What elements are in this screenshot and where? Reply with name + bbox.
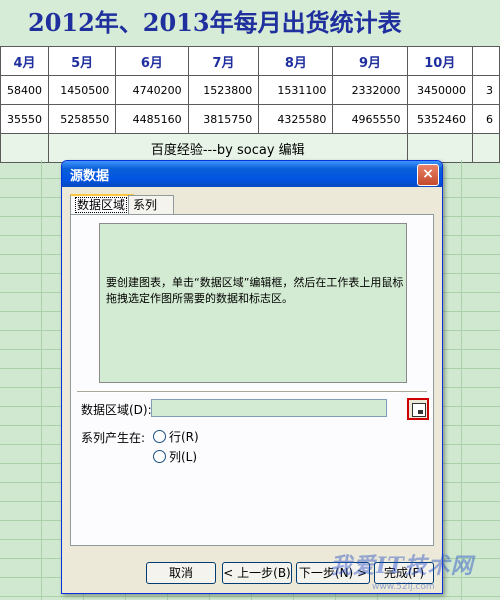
collapse-dialog-icon: [412, 403, 426, 417]
dialog-title: 源数据: [70, 169, 110, 184]
column-header[interactable]: 5月: [47, 46, 117, 76]
table-cell[interactable]: 1523800: [187, 75, 260, 105]
table-cell[interactable]: 5352460: [406, 104, 474, 134]
radio-circle-icon: [153, 450, 166, 463]
data-table: 4月 5月 6月 7月 8月 9月 10月 58400 1450500 4740…: [0, 46, 500, 163]
table-cell[interactable]: 1531100: [258, 75, 334, 105]
table-cell[interactable]: 1450500: [47, 75, 117, 105]
table-cell[interactable]: 4325580: [258, 104, 334, 134]
column-header[interactable]: 6月: [115, 46, 189, 76]
radio-label: 行(R): [169, 430, 199, 444]
table-cell[interactable]: [0, 133, 49, 163]
separator: [77, 391, 427, 393]
column-header[interactable]: 9月: [332, 46, 408, 76]
table-cell[interactable]: 58400: [0, 75, 49, 105]
table-cell[interactable]: 4740200: [115, 75, 189, 105]
note-cell[interactable]: 百度经验---by socay 编辑: [48, 133, 408, 163]
table-cell[interactable]: 3815750: [187, 104, 260, 134]
sheet-title: 2012年、2013年每月出货统计表: [0, 0, 500, 46]
cancel-button[interactable]: 取消: [146, 562, 216, 584]
column-header[interactable]: 8月: [258, 46, 334, 76]
dialog-titlebar[interactable]: 源数据 ×: [62, 161, 442, 187]
table-cell[interactable]: 35550: [0, 104, 49, 134]
radio-circle-icon: [153, 430, 166, 443]
series-in-label: 系列产生在:: [81, 431, 146, 445]
column-header[interactable]: 10月: [406, 46, 474, 76]
tab-data-range[interactable]: 数据区域: [70, 194, 134, 216]
collapse-dialog-button[interactable]: [407, 398, 429, 420]
table-cell[interactable]: 3450000: [406, 75, 474, 105]
column-header[interactable]: [472, 46, 500, 76]
close-button[interactable]: ×: [417, 164, 439, 186]
note-row: 百度经验---by socay 编辑: [0, 133, 500, 163]
column-header[interactable]: 4月: [0, 46, 49, 76]
table-cell[interactable]: 5258550: [47, 104, 117, 134]
header-row: 4月 5月 6月 7月 8月 9月 10月: [0, 46, 500, 76]
table-row: 58400 1450500 4740200 1523800 1531100 23…: [0, 75, 500, 105]
table-cell[interactable]: 3: [472, 75, 500, 105]
table-cell[interactable]: 4965550: [332, 104, 408, 134]
tab-series[interactable]: 系列: [128, 195, 174, 214]
radio-rows[interactable]: 行(R): [153, 429, 199, 445]
radio-label: 列(L): [169, 450, 198, 464]
site-watermark-url: www.52ij.com: [372, 582, 435, 592]
source-data-dialog: 源数据 × 数据区域 系列 要创建图表，单击“数据区域”编辑框，然后在工作表上用…: [61, 160, 443, 594]
preview-instructions: 要创建图表，单击“数据区域”编辑框，然后在工作表上用鼠标拖拽选定作图所需要的数据…: [106, 276, 404, 305]
table-cell[interactable]: [406, 133, 474, 163]
table-cell[interactable]: 6: [472, 104, 500, 134]
data-range-input[interactable]: [151, 399, 387, 417]
table-cell[interactable]: 2332000: [332, 75, 408, 105]
back-button[interactable]: < 上一步(B): [222, 562, 292, 584]
radio-columns[interactable]: 列(L): [153, 449, 197, 465]
table-cell[interactable]: 4485160: [115, 104, 189, 134]
table-row: 35550 5258550 4485160 3815750 4325580 49…: [0, 104, 500, 134]
chart-preview: 要创建图表，单击“数据区域”编辑框，然后在工作表上用鼠标拖拽选定作图所需要的数据…: [99, 223, 407, 383]
column-header[interactable]: 7月: [187, 46, 260, 76]
table-cell[interactable]: [472, 133, 500, 163]
data-range-label: 数据区域(D):: [81, 403, 152, 417]
tab-label: 系列: [133, 198, 158, 212]
tab-panel: 要创建图表，单击“数据区域”编辑框，然后在工作表上用鼠标拖拽选定作图所需要的数据…: [70, 214, 434, 546]
tab-label: 数据区域: [75, 197, 128, 213]
